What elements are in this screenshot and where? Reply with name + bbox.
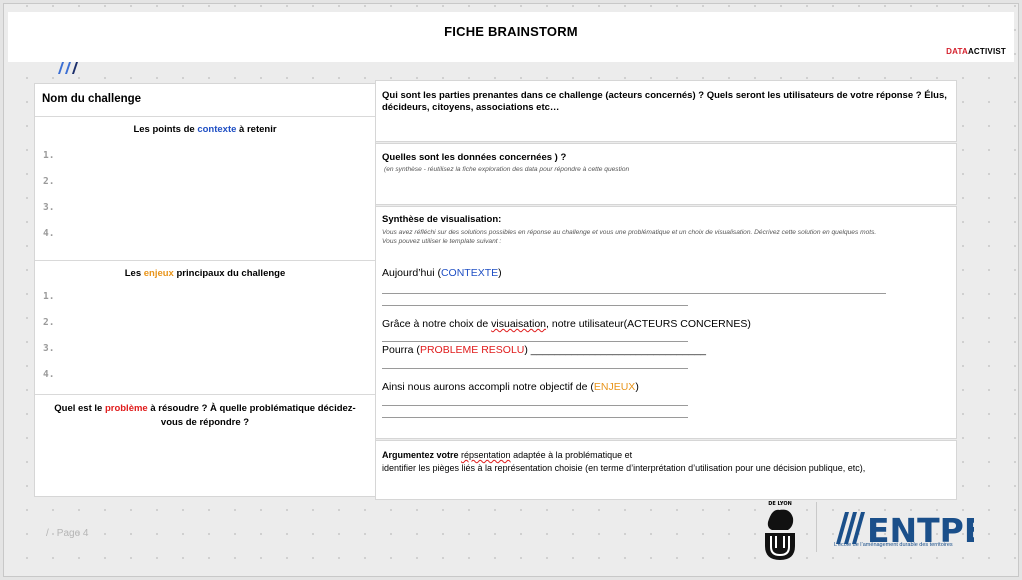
template-today: Aujourd’hui (CONTEXTE) (382, 267, 502, 279)
answer-line (382, 368, 688, 369)
list-item: 3. (43, 343, 55, 354)
argue-box[interactable]: Argumentez votre répsentation adaptée à … (375, 440, 957, 500)
answer-line (382, 293, 886, 294)
list-item: 4. (43, 228, 55, 239)
synthesis-title: Synthèse de visualisation: (382, 214, 502, 225)
list-item: 2. (43, 176, 55, 187)
svg-text:DE LYON: DE LYON (768, 501, 792, 507)
data-question: Quelles sont les données concernées ) ? (382, 152, 567, 163)
list-item: 4. (43, 369, 55, 380)
list-item: 1. (43, 291, 55, 302)
answer-line (382, 305, 688, 306)
synthesis-box[interactable]: Synthèse de visualisation: Vous avez réf… (375, 206, 957, 439)
footer-divider (816, 502, 817, 552)
synthesis-hint-template: Vous pouvez utiliser le template suivant… (382, 238, 502, 245)
challenge-name-label: Nom du challenge (42, 93, 142, 105)
template-thanks: Grâce à notre choix de visuaisation, not… (382, 318, 751, 330)
answer-line (382, 405, 688, 406)
list-item: 2. (43, 317, 55, 328)
slide-header: FICHE BRAINSTORM DATAACTIVIST (8, 12, 1014, 62)
stakeholders-question: Qui sont les parties prenantes dans ce c… (382, 90, 947, 113)
data-hint: (en synthèse - réutilisez la fiche explo… (384, 166, 630, 173)
challenge-name-box[interactable]: Nom du challenge (35, 84, 375, 117)
problem-heading: Quel est le problème à résoudre ? À quel… (54, 403, 356, 428)
stripes-icon (58, 62, 78, 74)
universite-lyon-logo: DE LYON (765, 501, 795, 560)
answer-line (382, 341, 688, 342)
entpe-tagline: L’école de l’aménagement durable des ter… (834, 542, 953, 548)
context-box[interactable]: Les points de contexte à retenir 1. 2. 3… (35, 117, 375, 261)
context-list: 1. 2. 3. 4. (43, 150, 54, 254)
page-number: / Page 4 (46, 528, 89, 539)
slide-page[interactable]: FICHE BRAINSTORM DATAACTIVIST Nom du cha… (3, 3, 1019, 577)
datactivist-logo: DATAACTIVIST (946, 47, 1006, 56)
data-box[interactable]: Quelles sont les données concernées ) ? … (375, 143, 957, 205)
stakes-box[interactable]: Les enjeux principaux du challenge 1. 2.… (35, 261, 375, 395)
template-goal: Ainsi nous aurons accompli notre objecti… (382, 381, 639, 393)
stakes-list: 1. 2. 3. 4. (43, 291, 54, 395)
list-item: 1. (43, 150, 55, 161)
answer-line (382, 417, 688, 418)
stakeholders-box[interactable]: Qui sont les parties prenantes dans ce c… (375, 80, 957, 142)
list-item: 3. (43, 202, 55, 213)
template-could: Pourra (PROBLEME RESOLU) _______________… (382, 344, 706, 356)
problem-box[interactable]: Quel est le problème à résoudre ? À quel… (35, 395, 375, 495)
stakes-heading: Les enjeux principaux du challenge (124, 268, 286, 279)
context-heading: Les points de contexte à retenir (133, 124, 277, 135)
left-column: Nom du challenge Les points de contexte … (34, 83, 376, 497)
synthesis-hint: Vous avez réfléchi sur des solutions pos… (382, 229, 877, 236)
document-canvas: FICHE BRAINSTORM DATAACTIVIST Nom du cha… (0, 0, 1022, 580)
argue-text: Argumentez votre répsentation adaptée à … (382, 450, 866, 473)
page-title: FICHE BRAINSTORM (444, 24, 578, 39)
